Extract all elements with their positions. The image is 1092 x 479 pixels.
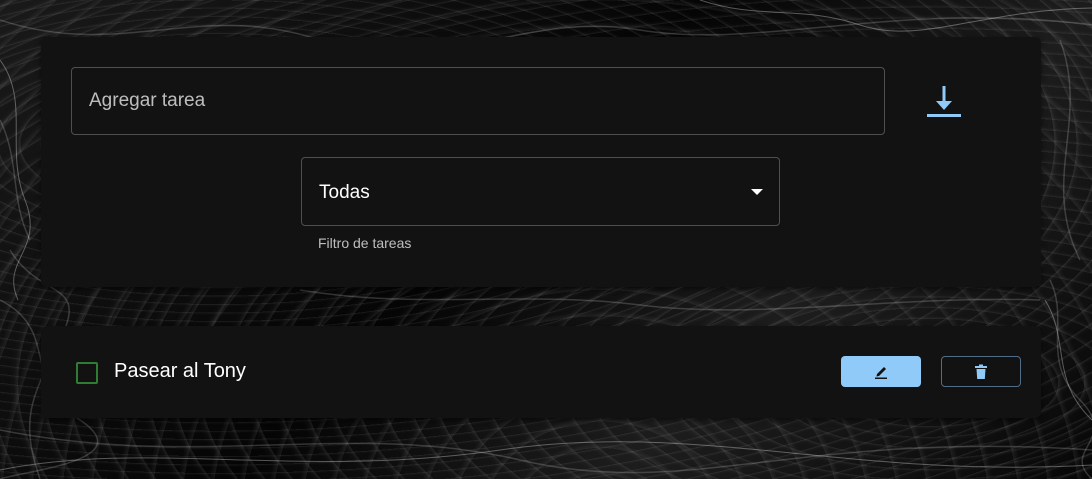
delete-icon bbox=[975, 364, 987, 379]
task-card: Pasear al Tony bbox=[41, 326, 1041, 418]
delete-task-button[interactable] bbox=[941, 356, 1021, 387]
save-task-button[interactable] bbox=[921, 79, 967, 125]
edit-icon bbox=[875, 366, 887, 379]
new-task-input[interactable] bbox=[72, 68, 884, 134]
edit-task-button[interactable] bbox=[841, 356, 921, 387]
task-form-card: Todas Filtro de tareas bbox=[41, 37, 1041, 287]
filter-helper-text: Filtro de tareas bbox=[318, 235, 412, 251]
task-checkbox[interactable] bbox=[76, 362, 98, 384]
task-text: Pasear al Tony bbox=[114, 360, 246, 382]
new-task-field[interactable] bbox=[71, 67, 885, 135]
download-icon bbox=[927, 86, 961, 117]
task-filter-select[interactable]: Todas bbox=[301, 157, 780, 226]
arrow-drop-down-icon bbox=[751, 189, 763, 195]
filter-selected-value: Todas bbox=[319, 182, 370, 203]
